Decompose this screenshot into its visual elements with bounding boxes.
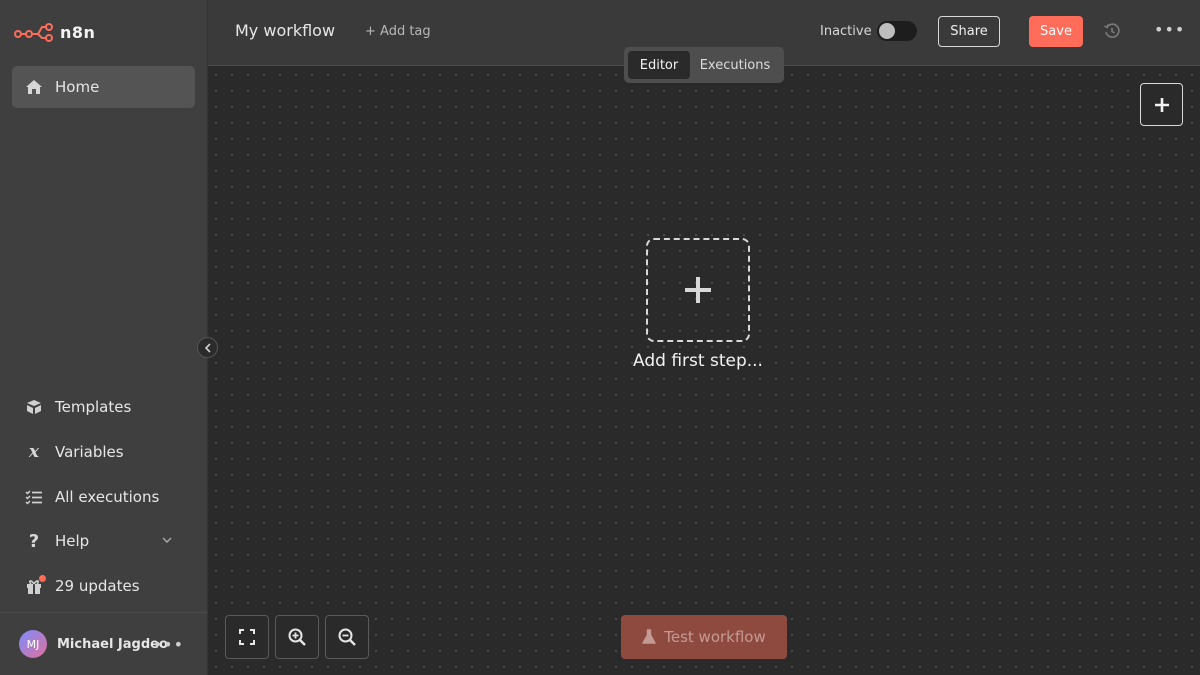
sidebar-item-label: All executions [55,488,160,506]
zoom-in-button[interactable] [275,615,319,659]
box-icon [25,398,43,416]
sidebar-item-home[interactable]: Home [12,66,195,108]
more-options-button[interactable]: ••• [1154,20,1185,39]
logo-text: n8n [60,22,96,42]
n8n-logo-icon [14,23,53,42]
user-menu-button[interactable]: ••• [153,635,184,654]
tab-executions[interactable]: Executions [690,51,780,79]
test-workflow-label: Test workflow [664,628,766,646]
zoom-out-button[interactable] [325,615,369,659]
sidebar-item-label: 29 updates [55,577,140,595]
sidebar-item-help[interactable]: ? Help [12,523,195,559]
tab-editor[interactable]: Editor [628,51,690,79]
sidebar-item-all-executions[interactable]: All executions [12,479,195,515]
save-button[interactable]: Save [1029,16,1083,47]
sidebar-item-label: Help [55,532,90,550]
sidebar-item-templates[interactable]: Templates [12,389,195,425]
user-name: Michael Jagdeo [57,636,168,652]
sidebar-item-label: Home [55,78,100,96]
toggle-knob [879,23,895,39]
plus-icon [1154,97,1169,112]
flask-icon [642,629,656,644]
notification-dot [39,575,46,582]
zoom-in-icon [288,628,306,646]
workflow-canvas[interactable]: Add first step... Test workflow [208,67,1200,675]
home-icon [25,78,43,96]
chevron-left-icon [204,342,211,353]
zoom-out-icon [338,628,356,646]
share-button[interactable]: Share [938,16,1000,47]
sidebar-item-label: Templates [55,398,132,416]
active-status-label: Inactive [820,24,872,39]
n8n-logo[interactable]: n8n [14,19,95,45]
history-button[interactable] [1103,22,1121,40]
avatar[interactable]: MJ [19,630,47,658]
plus-icon [685,277,711,303]
tasks-list-icon [25,488,43,506]
sidebar-item-label: Variables [55,443,124,461]
variable-x-icon: x [28,442,40,462]
add-first-step-button[interactable] [646,238,750,342]
view-switcher: Editor Executions [624,47,784,83]
sidebar-item-variables[interactable]: x Variables [12,434,195,470]
user-profile: MJ Michael Jagdeo ••• [0,612,208,675]
collapse-sidebar-button[interactable] [197,337,218,358]
gift-icon [25,575,46,595]
question-icon: ? [28,530,40,552]
test-workflow-button[interactable]: Test workflow [621,615,787,659]
history-icon [1104,23,1120,38]
active-toggle[interactable] [877,21,917,41]
avatar-initials: MJ [26,637,40,651]
add-tag-button[interactable]: + Add tag [365,24,431,39]
zoom-to-fit-button[interactable] [225,615,269,659]
sidebar-item-updates[interactable]: 29 updates [12,568,195,604]
chevron-down-icon [162,537,172,543]
sidebar: n8n Home Templates x Variables All execu… [0,0,218,675]
workflow-name[interactable]: My workflow [235,21,335,40]
add-first-step-label: Add first step... [633,351,763,371]
open-nodes-panel-button[interactable] [1140,83,1183,126]
fit-view-icon [239,629,255,645]
